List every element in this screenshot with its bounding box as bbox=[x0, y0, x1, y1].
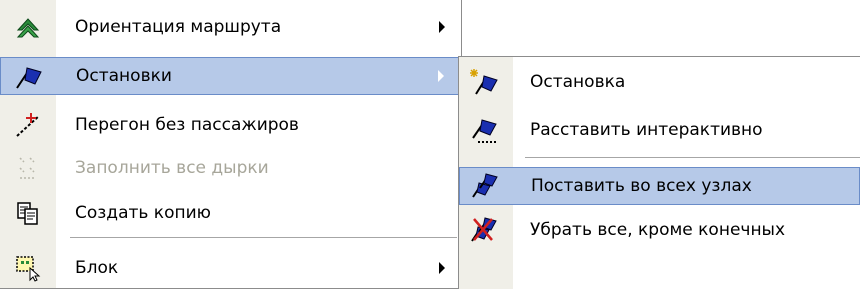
submenu-arrow-icon bbox=[439, 21, 445, 33]
submenu-item-label: Поставить во всех узлах bbox=[531, 176, 752, 196]
menu-item-label: Остановки bbox=[76, 66, 172, 86]
submenu-item-remove-stops[interactable]: Убрать все, кроме конечных bbox=[459, 211, 860, 249]
menu-item-fill-gaps[interactable]: Заполнить все дырки bbox=[0, 149, 461, 187]
submenu-item-new-stop[interactable]: Остановка bbox=[459, 63, 860, 101]
menu-item-block[interactable]: Блок bbox=[0, 249, 461, 287]
place-interactive-icon bbox=[469, 115, 499, 145]
menu-item-create-copy[interactable]: Создать копию bbox=[0, 194, 461, 232]
menu-item-label: Создать копию bbox=[75, 203, 211, 223]
submenu-item-label: Убрать все, кроме конечных bbox=[530, 220, 786, 240]
stops-submenu: Остановка Расставить интерактивно Постав… bbox=[458, 56, 860, 289]
submenu-item-place-all-nodes[interactable]: Поставить во всех узлах bbox=[459, 167, 860, 205]
menu-item-label: Ориентация маршрута bbox=[75, 17, 282, 37]
menu-separator bbox=[70, 237, 457, 238]
menu-item-label: Блок bbox=[75, 258, 119, 278]
route-orientation-icon bbox=[13, 12, 43, 42]
menu-item-route-orientation[interactable]: Ориентация маршрута bbox=[0, 8, 461, 46]
menu-item-empty-run[interactable]: Перегон без пассажиров bbox=[0, 106, 461, 144]
fill-gaps-icon bbox=[13, 153, 43, 183]
menu-separator bbox=[525, 157, 860, 158]
new-stop-icon bbox=[469, 67, 499, 97]
submenu-item-place-interactive[interactable]: Расставить интерактивно bbox=[459, 111, 860, 149]
menu-item-stops[interactable]: Остановки bbox=[0, 57, 461, 95]
menu-item-label: Перегон без пассажиров bbox=[75, 115, 299, 135]
submenu-item-label: Остановка bbox=[530, 72, 626, 92]
copy-icon bbox=[13, 198, 43, 228]
place-all-nodes-icon bbox=[470, 171, 500, 201]
stops-icon bbox=[14, 61, 44, 91]
submenu-arrow-icon bbox=[438, 70, 444, 82]
menu-item-label: Заполнить все дырки bbox=[75, 158, 269, 178]
submenu-arrow-icon bbox=[439, 262, 445, 274]
block-select-icon bbox=[13, 253, 43, 283]
context-menu: Ориентация маршрута Остановки Перегон бе… bbox=[0, 0, 462, 289]
remove-stops-icon bbox=[469, 215, 499, 245]
submenu-item-label: Расставить интерактивно bbox=[530, 120, 763, 140]
empty-run-icon bbox=[13, 110, 43, 140]
